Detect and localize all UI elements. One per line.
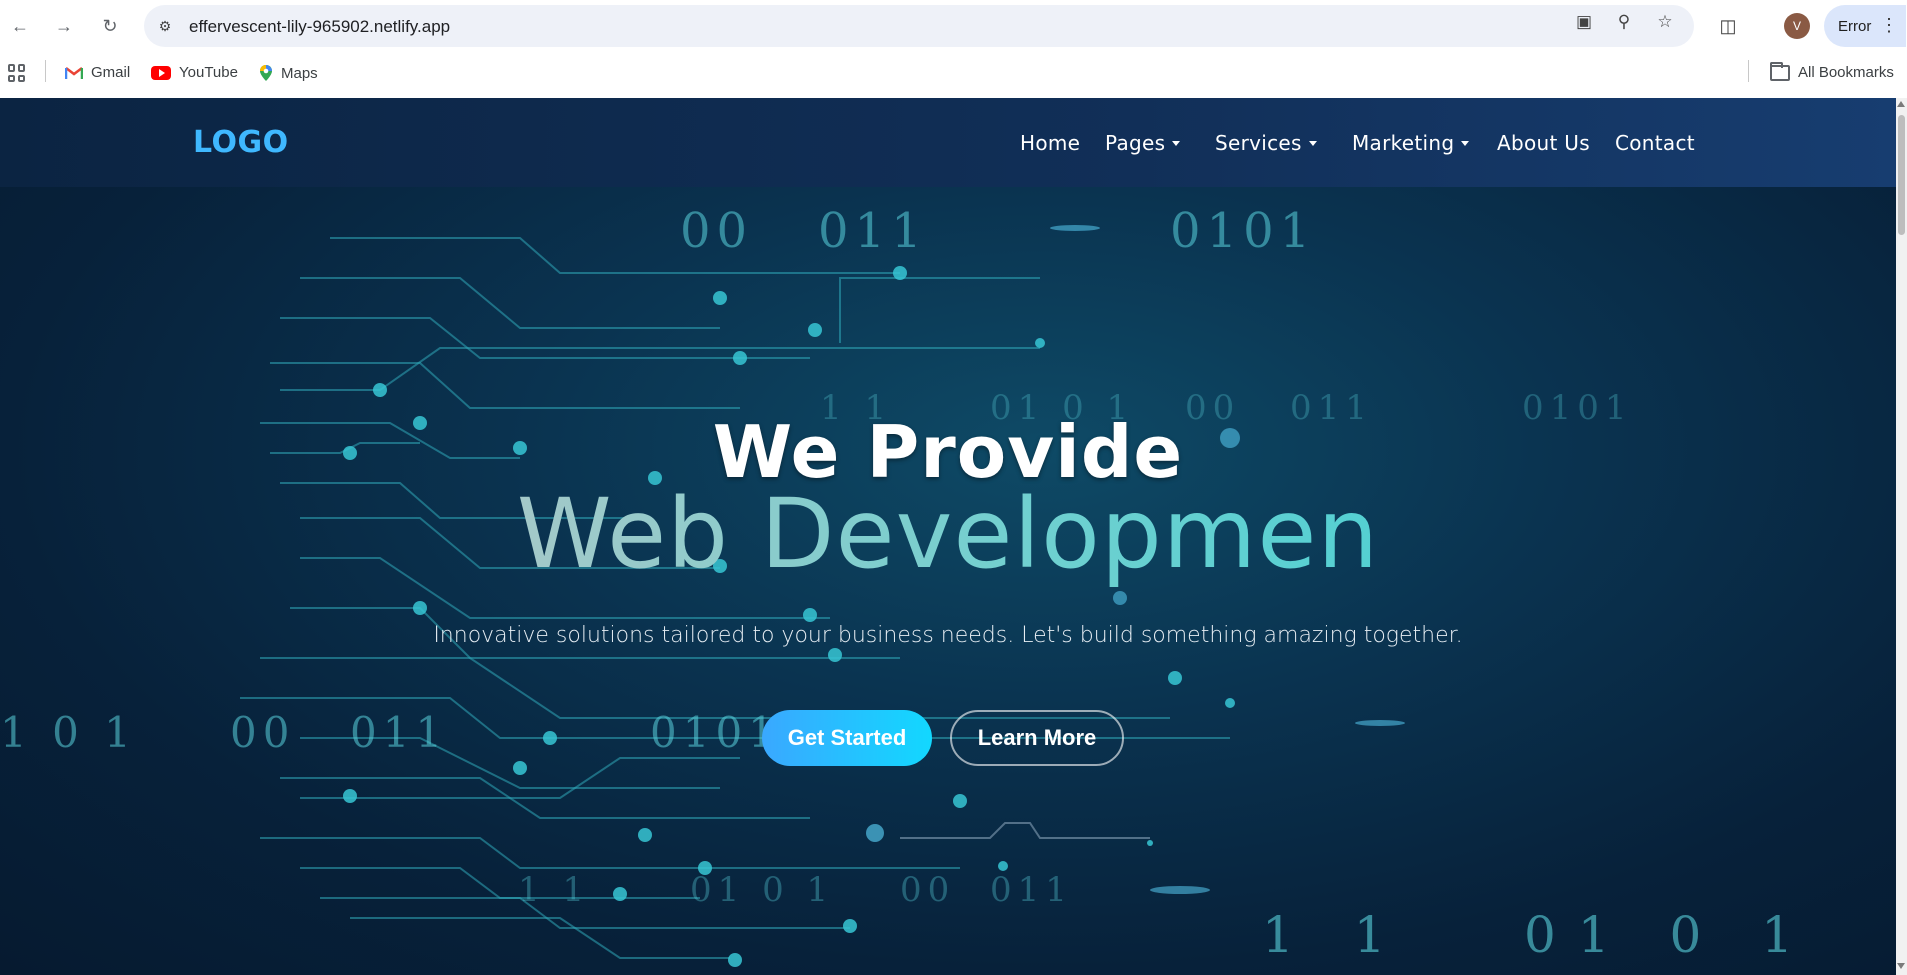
binary-decoration: 01 0 1 [690, 870, 835, 910]
binary-decoration: 1 0 1 [0, 708, 137, 757]
binary-decoration: 00 [900, 870, 956, 910]
site-settings-icon[interactable]: ⚙ [154, 15, 176, 37]
bookmark-label: YouTube [179, 64, 238, 81]
hero-title-line2: Web Developmen [0, 478, 1896, 590]
extensions-icon[interactable]: ◫ [1714, 12, 1742, 40]
scroll-up-icon[interactable] [1897, 101, 1905, 107]
nav-services[interactable]: Services [1215, 128, 1317, 158]
profile-avatar[interactable]: V [1784, 13, 1810, 39]
scrollbar-thumb[interactable] [1898, 115, 1905, 235]
bookmark-separator [1748, 60, 1749, 82]
binary-decoration: 011 [990, 870, 1073, 910]
back-icon[interactable]: ← [6, 12, 34, 40]
binary-decoration: 0101 [1170, 203, 1317, 259]
error-menu-button[interactable]: Error ⋮ [1824, 5, 1906, 47]
nav-label: Contact [1615, 131, 1695, 155]
all-bookmarks[interactable]: All Bookmarks [1770, 61, 1894, 81]
nav-label: Pages [1105, 131, 1166, 155]
bookmarks-bar: Gmail YouTube Maps All Bookmarks [0, 52, 1907, 98]
get-started-button[interactable]: Get Started [762, 710, 932, 766]
hero-subtitle: Innovative solutions tailored to your bu… [433, 623, 1463, 648]
bookmark-gmail[interactable]: Gmail [65, 64, 130, 81]
binary-decoration: 00 [680, 203, 754, 259]
nav-label: Services [1215, 131, 1302, 155]
reload-icon[interactable]: ↻ [96, 12, 124, 40]
binary-decoration: 011 [818, 203, 928, 259]
binary-decoration: 011 [350, 708, 449, 757]
gmail-icon [65, 66, 83, 79]
more-menu-icon[interactable]: ⋮ [1880, 15, 1898, 36]
binary-decoration: 00 [230, 708, 296, 757]
forward-icon[interactable]: → [50, 12, 78, 40]
nav-label: Home [1020, 131, 1081, 155]
binary-decoration: 0101 [650, 708, 781, 757]
all-bookmarks-label: All Bookmarks [1798, 64, 1894, 81]
site-logo[interactable]: LOGO [193, 125, 289, 160]
nav-pages[interactable]: Pages [1105, 128, 1181, 158]
caret-down-icon [1172, 140, 1181, 146]
bookmark-label: Gmail [91, 64, 131, 81]
nav-label: About Us [1497, 131, 1590, 155]
scroll-down-icon[interactable] [1897, 963, 1905, 969]
maps-icon [260, 65, 272, 81]
nav-home[interactable]: Home [1020, 128, 1080, 158]
install-app-icon[interactable]: ▣ [1572, 10, 1596, 34]
url-text[interactable]: effervescent-lily-965902.netlify.app [189, 17, 450, 37]
binary-decoration: 1 1 [518, 870, 591, 910]
caret-down-icon [1308, 140, 1317, 146]
folder-icon [1770, 61, 1790, 81]
binary-decoration: 01 0 1 [1524, 906, 1816, 964]
address-bar[interactable]: ⚙ effervescent-lily-965902.netlify.app [144, 5, 1694, 47]
error-label: Error [1838, 17, 1872, 35]
binary-decoration: 1 1 [1262, 906, 1408, 964]
nav-about-us[interactable]: About Us [1497, 128, 1590, 158]
browser-chrome: ← → ↻ ⚙ effervescent-lily-965902.netlify… [0, 0, 1907, 98]
nav-contact[interactable]: Contact [1615, 128, 1695, 158]
youtube-icon [151, 65, 171, 80]
web-page: 00 011 0101 1 1 01 0 1 00 011 0101 1 0 1… [0, 98, 1896, 975]
bookmark-youtube[interactable]: YouTube [151, 64, 238, 81]
bookmark-label: Maps [281, 64, 318, 82]
learn-more-button[interactable]: Learn More [950, 710, 1124, 766]
nav-marketing[interactable]: Marketing [1352, 128, 1470, 158]
bookmark-star-icon[interactable]: ☆ [1653, 10, 1677, 34]
browser-toolbar: ← → ↻ ⚙ effervescent-lily-965902.netlify… [0, 0, 1907, 52]
site-navbar: LOGO Home Pages Services Marketing About… [0, 98, 1896, 187]
bookmark-maps[interactable]: Maps [259, 64, 318, 82]
nav-label: Marketing [1352, 131, 1455, 155]
caret-down-icon [1461, 140, 1470, 146]
zoom-icon[interactable]: ⚲ [1612, 10, 1636, 34]
